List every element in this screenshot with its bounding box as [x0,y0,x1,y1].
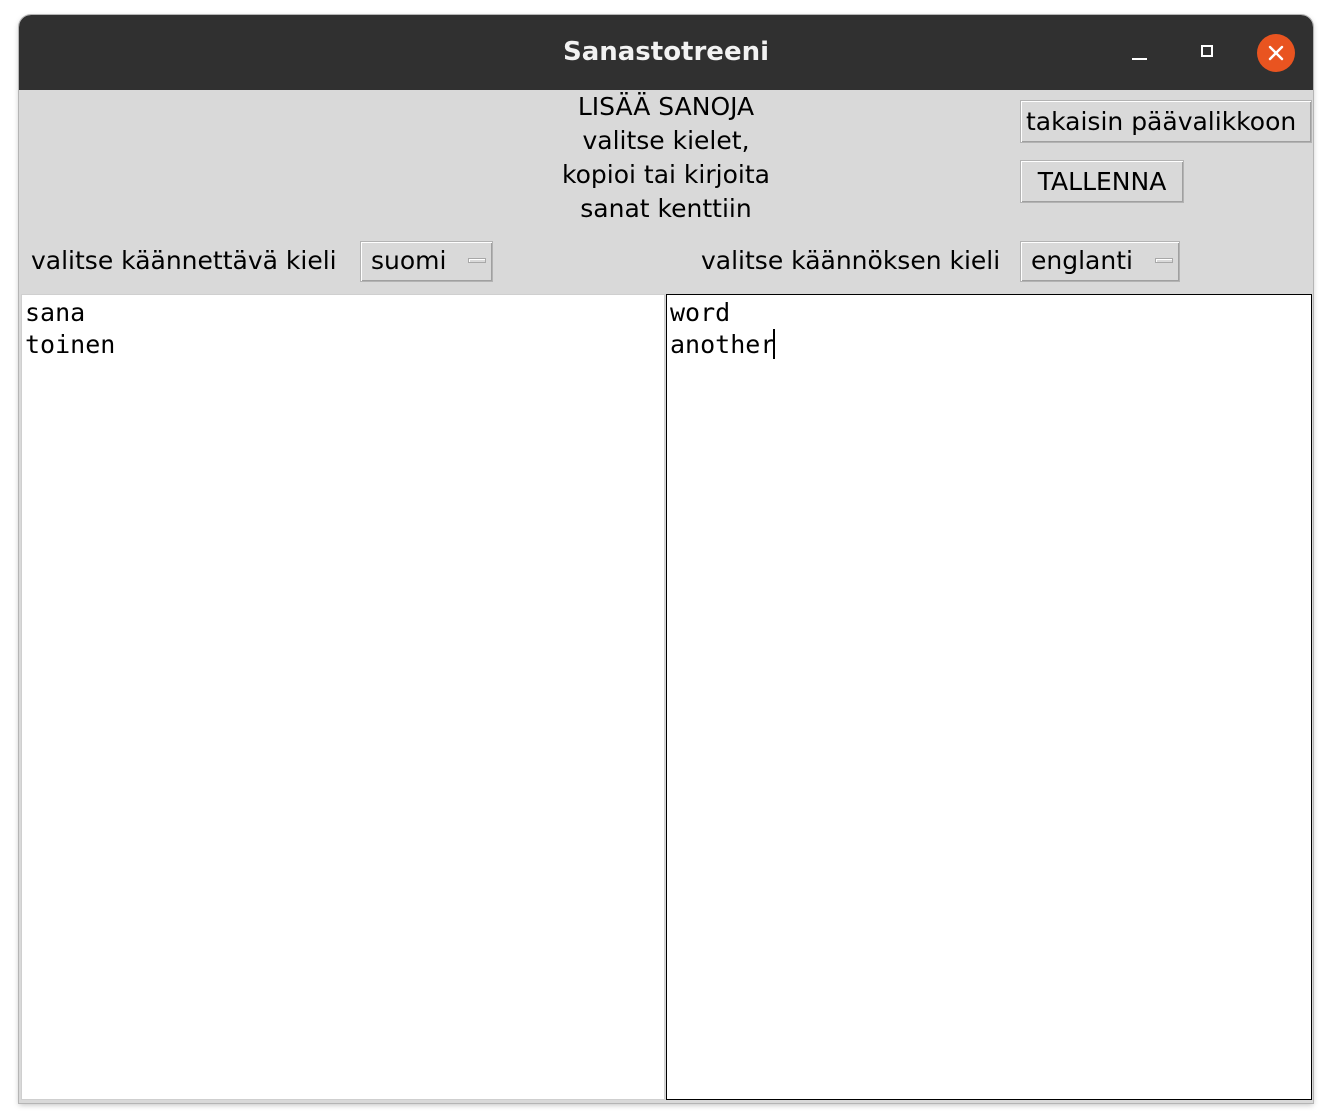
window-title: Sanastotreeni [562,37,770,67]
text-line: toinen [25,330,116,359]
dropdown-indicator-icon [468,258,486,263]
text-cursor [773,329,776,359]
save-button[interactable]: TALLENNA [1020,160,1184,203]
heading-line: valitse kielet, [582,126,750,155]
heading-line: LISÄÄ SANOJA [577,92,755,121]
target-language-label: valitse käännöksen kieli [701,246,1001,275]
instructions-heading: LISÄÄ SANOJA valitse kielet, kopioi tai … [466,90,866,226]
minimize-icon [1132,58,1147,60]
back-to-main-menu-button[interactable]: takaisin päävalikkoon [1020,100,1312,143]
target-language-value: englanti [1031,246,1133,275]
source-language-label: valitse käännettävä kieli [31,246,337,275]
source-words-textarea[interactable]: sana toinen [21,294,665,1100]
title-bar[interactable]: Sanastotreeni [19,15,1313,90]
text-line: another [670,330,776,359]
target-language-select[interactable]: englanti [1020,241,1180,282]
heading-line: kopioi tai kirjoita [562,160,770,189]
maximize-button[interactable] [1189,34,1227,72]
main-content: LISÄÄ SANOJA valitse kielet, kopioi tai … [19,90,1313,1103]
close-icon [1268,45,1284,61]
dropdown-indicator-icon [1155,258,1173,263]
heading-line: sanat kenttiin [580,194,752,223]
maximize-icon [1201,45,1213,57]
app-window: Sanastotreeni LISÄÄ SANOJA valitse kiele… [19,15,1313,1103]
source-language-select[interactable]: suomi [360,241,493,282]
target-words-textarea[interactable]: word another [666,294,1312,1100]
minimize-button[interactable] [1120,34,1158,72]
source-language-value: suomi [371,246,447,275]
close-button[interactable] [1257,34,1295,72]
text-line: word [670,298,731,327]
text-line: sana [25,298,86,327]
